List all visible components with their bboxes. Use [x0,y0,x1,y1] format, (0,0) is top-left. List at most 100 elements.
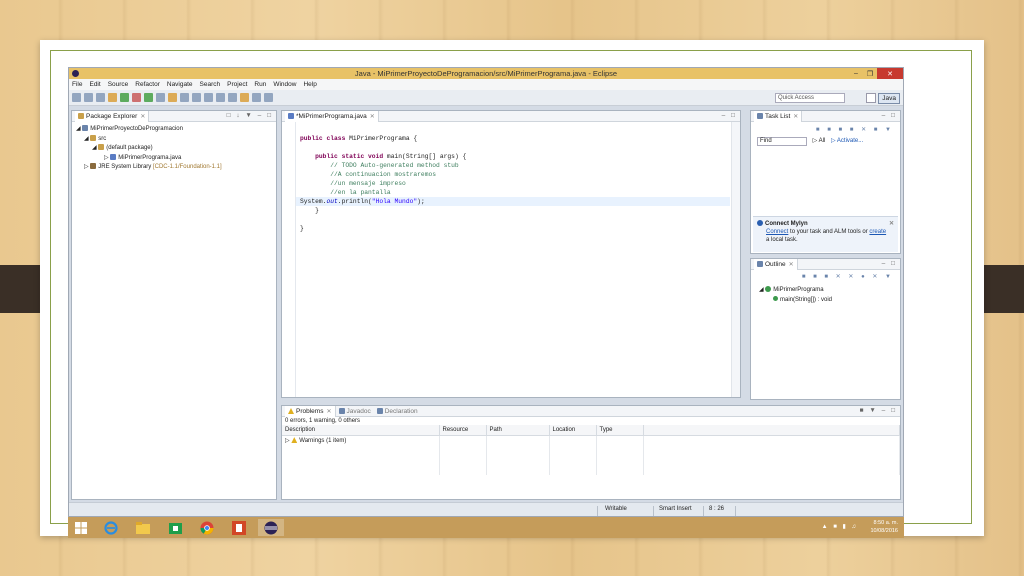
tab-task-list[interactable]: Task List ✕ [754,110,803,122]
project-icon [82,125,89,132]
close-icon[interactable]: ✕ [789,261,794,268]
col-type[interactable]: Type [596,425,644,436]
tab-package-explorer[interactable]: Package Explorer ✕ [75,110,150,122]
open-perspective-icon[interactable] [866,93,877,103]
problems-window-controls[interactable]: ■ ▼ – □ [860,407,897,414]
menu-edit[interactable]: Edit [89,81,100,88]
search-icon[interactable] [192,93,201,102]
outline-item-class[interactable]: ◢ MiPrimerPrograma [759,286,900,296]
col-path[interactable]: Path [486,425,550,436]
taskbar-powerpoint[interactable] [226,519,252,536]
mylyn-box: Connect Mylyn ✕ Connect to your task and … [753,216,898,252]
new-package-icon[interactable] [156,93,165,102]
outline-window-controls[interactable]: – □ [882,260,897,267]
taskbar-store[interactable] [162,519,188,536]
problems-panel: Problems ✕ Javadoc Declaration ■ ▼ – □ 0… [281,405,901,500]
java-file-icon [110,153,117,160]
run-icon[interactable] [120,93,129,102]
editor-window-controls[interactable]: – □ [722,112,737,119]
close-icon[interactable]: ✕ [793,113,798,120]
folder-icon [136,521,150,534]
javadoc-icon [338,408,345,414]
outline-panel: Outline ✕ – □ ■ ■ ■ ✕ ✕ ● ✕ ▼ ◢ MiPrimer… [750,258,901,400]
mylyn-text: a local task. [766,237,798,243]
save-icon[interactable] [84,93,93,102]
menu-navigate[interactable]: Navigate [167,81,193,88]
menu-run[interactable]: Run [254,81,266,88]
java-file-icon [288,113,294,119]
close-icon[interactable]: ✕ [326,408,331,415]
tree-item-jre[interactable]: ▷ JRE System Library [CDC-1.1/Foundation… [76,163,276,173]
task-toolbar-icons[interactable]: ■ ■ ■ ■ ✕ ■ ▼ [757,126,894,133]
find-input[interactable]: Find [757,137,807,146]
java-perspective-button[interactable]: Java [878,92,900,104]
toggle-mark-icon[interactable] [204,93,213,102]
external-tools-icon[interactable] [132,93,141,102]
eclipse-icon [72,70,79,77]
back-icon[interactable] [252,93,261,102]
window-title: Java - MiPrimerProyectoDeProgramacion/sr… [354,69,618,78]
taskbar-clock[interactable]: 8:50 a. m. 10/08/2016 [870,520,898,535]
new-icon[interactable] [72,93,81,102]
tab-javadoc[interactable]: Javadoc [336,406,374,417]
close-icon[interactable]: ✕ [889,220,894,228]
maximize-button[interactable]: ❐ [863,68,877,79]
activate-link[interactable]: ▷ Activate... [831,138,863,144]
forward-icon[interactable] [264,93,273,102]
menu-window[interactable]: Window [273,81,296,88]
all-filter[interactable]: ▷ All [813,138,826,144]
open-type-icon[interactable] [180,93,189,102]
last-edit-icon[interactable] [240,93,249,102]
tree-item-project[interactable]: ◢ MiPrimerProyectoDeProgramacion [76,125,276,135]
col-resource[interactable]: Resource [439,425,487,436]
outline-item-method[interactable]: main(String[]) : void [759,296,900,306]
connect-link[interactable]: Connect [766,229,788,235]
debug-icon[interactable] [108,93,117,102]
menu-source[interactable]: Source [108,81,129,88]
eclipse-window: Java - MiPrimerProyectoDeProgramacion/sr… [68,67,904,517]
col-description[interactable]: Description [282,425,440,436]
taskbar-chrome[interactable] [194,519,220,536]
taskbar-eclipse[interactable] [258,519,284,536]
task-window-controls[interactable]: – □ [882,112,897,119]
menu-help[interactable]: Help [303,81,316,88]
annotation-next-icon[interactable] [216,93,225,102]
tab-declaration[interactable]: Declaration [374,406,421,417]
menu-search[interactable]: Search [200,81,221,88]
code-editor[interactable]: public class MiPrimerPrograma { public s… [282,122,740,397]
editor-scrollbar[interactable] [731,122,740,397]
new-class-icon[interactable] [168,93,177,102]
internet-explorer-icon [104,520,118,535]
windows-taskbar: ▲ ■ ▮ ♫ 8:50 a. m. 10/08/2016 [68,517,904,538]
col-location[interactable]: Location [549,425,597,436]
start-button[interactable] [68,519,94,536]
tab-outline[interactable]: Outline ✕ [754,258,798,270]
tab-editor-file[interactable]: *MiPrimerPrograma.java ✕ [285,110,379,122]
taskbar-ie[interactable] [98,519,124,536]
table-row[interactable]: ▷ Warnings (1 item) [282,435,900,445]
close-icon[interactable]: ✕ [370,113,375,120]
print-icon[interactable] [96,93,105,102]
code-text[interactable]: public class MiPrimerPrograma { public s… [300,134,466,233]
annotation-prev-icon[interactable] [228,93,237,102]
problems-table: Description Resource Path Location Type … [282,425,900,475]
create-link[interactable]: create [869,229,886,235]
tab-problems[interactable]: Problems ✕ [285,405,336,417]
menu-project[interactable]: Project [227,81,247,88]
view-menu-icon[interactable]: □ ↓ ▼ – □ [227,112,273,119]
tree-item-default-package[interactable]: ◢ (default package) [76,144,276,154]
windows-logo-icon [75,521,87,534]
outline-toolbar-icons[interactable]: ■ ■ ■ ✕ ✕ ● ✕ ▼ [751,270,900,283]
quick-access-input[interactable]: Quick Access [775,93,845,103]
taskbar-explorer[interactable] [130,519,156,536]
editor-ruler [282,122,296,397]
new-java-project-icon[interactable] [144,93,153,102]
tree-item-file[interactable]: ▷ MiPrimerPrograma.java [76,153,276,164]
menu-file[interactable]: File [72,81,82,88]
close-icon[interactable]: ✕ [140,113,145,120]
tree-item-src[interactable]: ◢ src [76,134,276,145]
menu-refactor[interactable]: Refactor [135,81,160,88]
minimize-button[interactable]: – [849,68,863,79]
close-button[interactable]: ✕ [877,68,903,79]
system-tray-icons[interactable]: ▲ ■ ▮ ♫ [822,523,858,530]
